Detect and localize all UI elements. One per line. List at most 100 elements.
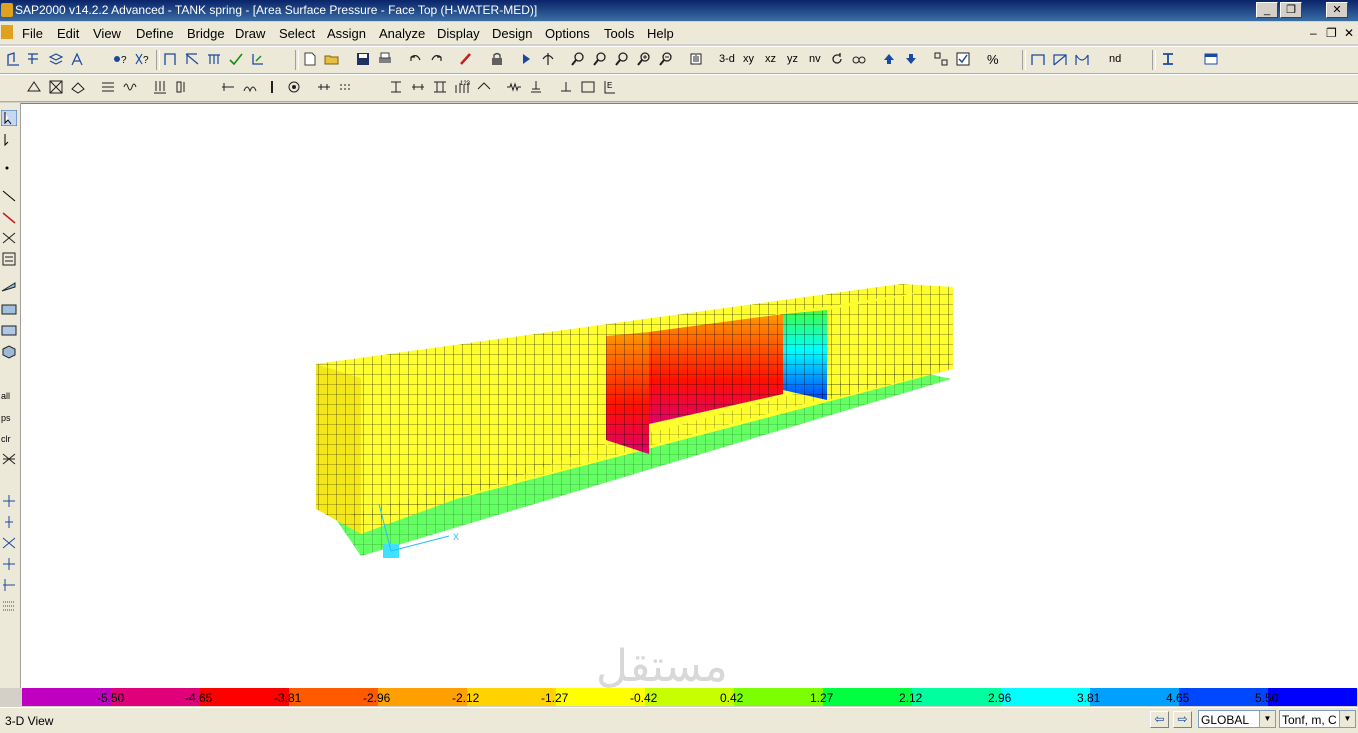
coordinate-system-select[interactable]: GLOBAL ▼ (1198, 710, 1276, 728)
intersecting-line-icon[interactable] (1, 451, 17, 467)
view-xy-button[interactable]: xy (743, 53, 754, 65)
minimize-button[interactable]: _ (1256, 2, 1278, 18)
view-nv-button[interactable]: nv (809, 53, 821, 65)
menu-help[interactable]: Help (647, 26, 674, 41)
reshape-icon[interactable] (1, 132, 17, 148)
view-yz-button[interactable]: yz (787, 53, 798, 65)
move-up-icon[interactable] (881, 51, 897, 67)
snap-grid-icon[interactable] (1, 598, 17, 614)
support-icon[interactable] (528, 79, 544, 95)
snap-perpendicular-icon[interactable] (1, 556, 17, 572)
move-down-icon[interactable] (903, 51, 919, 67)
spring-icon[interactable] (122, 79, 138, 95)
save-icon[interactable] (355, 51, 371, 67)
3d-model-viewport[interactable]: X مستقل (21, 103, 1358, 692)
nd-button[interactable]: nd (1109, 53, 1121, 65)
frame-releases-icon[interactable] (100, 79, 116, 95)
menu-edit[interactable]: Edit (57, 26, 79, 41)
draw-point-icon[interactable] (1, 160, 17, 176)
section-designer-icon[interactable] (1160, 51, 1176, 67)
rotate-view-icon[interactable] (829, 51, 845, 67)
pencil-icon[interactable] (458, 51, 474, 67)
show-undeformed-icon[interactable] (220, 79, 236, 95)
constraint-icon[interactable] (580, 79, 596, 95)
new-model-icon[interactable] (5, 51, 21, 67)
structure-wizard-icon[interactable] (70, 51, 86, 67)
zoom-in-icon[interactable] (636, 51, 652, 67)
section-cut-icon[interactable] (184, 51, 200, 67)
view-xz-button[interactable]: xz (765, 53, 776, 65)
view-3d-button[interactable]: 3-d (719, 53, 735, 65)
layers-icon[interactable] (48, 51, 64, 67)
draw-cable-icon[interactable] (1074, 51, 1090, 67)
zoom-full-icon[interactable] (592, 51, 608, 67)
frame-icon[interactable] (162, 51, 178, 67)
close-button[interactable]: ✕ (1326, 2, 1348, 18)
menu-view[interactable]: View (93, 26, 121, 41)
pointer-select-icon[interactable] (0, 109, 18, 127)
joint-loads-icon[interactable] (152, 79, 168, 95)
show-deformed-icon[interactable] (264, 79, 280, 95)
query-icon[interactable]: ? (134, 51, 150, 67)
new-file-icon[interactable] (302, 51, 318, 67)
lock-icon[interactable] (489, 51, 505, 67)
check-box-icon[interactable] (955, 51, 971, 67)
open-folder-icon[interactable] (324, 51, 340, 67)
menu-define[interactable]: Define (136, 26, 174, 41)
show-tables-icon[interactable] (388, 79, 404, 95)
pan-hand-icon[interactable] (688, 51, 704, 67)
mdi-restore-button[interactable]: ❐ (1326, 26, 1337, 40)
previous-select-icon[interactable]: ps (1, 409, 17, 425)
next-view-arrow-icon[interactable]: ⇨ (1173, 711, 1192, 728)
show-virtual-work-icon[interactable] (338, 79, 354, 95)
restore-button[interactable]: ❐ (1280, 2, 1302, 18)
menu-analyze[interactable]: Analyze (379, 26, 425, 41)
snap-points-icon[interactable] (1, 493, 17, 509)
assign-joint-icon[interactable] (26, 79, 42, 95)
percent-icon[interactable]: % (985, 51, 1001, 67)
redo-icon[interactable] (429, 51, 445, 67)
units-select[interactable]: Tonf, m, C ▼ (1279, 710, 1356, 728)
select-all-icon[interactable]: all (1, 387, 17, 403)
show-loads-icon[interactable] (242, 79, 258, 95)
clear-selection-icon[interactable]: clr (1, 430, 17, 446)
zoom-window-icon[interactable] (570, 51, 586, 67)
snap-ends-icon[interactable] (1, 514, 17, 530)
grid-icon[interactable] (26, 51, 42, 67)
restraint-icon[interactable] (558, 79, 574, 95)
draw-section-cut-icon[interactable] (1, 251, 17, 267)
help-query-icon[interactable]: ? (112, 51, 128, 67)
assign-area-icon[interactable] (70, 79, 86, 95)
frame-loads-icon[interactable] (174, 79, 190, 95)
menu-tools[interactable]: Tools (604, 26, 634, 41)
tendon-icon[interactable] (432, 79, 448, 95)
perspective-icon[interactable] (851, 51, 867, 67)
set-display-options-icon[interactable] (933, 51, 949, 67)
links-icon[interactable] (410, 79, 426, 95)
refresh-view-icon[interactable] (540, 51, 556, 67)
quick-draw-brace-icon[interactable] (1, 230, 17, 246)
draw-line-icon[interactable] (1, 188, 17, 204)
snap-intersections-icon[interactable] (1, 535, 17, 551)
zoom-previous-icon[interactable] (614, 51, 630, 67)
draw-solid-icon[interactable] (1, 343, 17, 359)
menu-select[interactable]: Select (279, 26, 315, 41)
mass-icon[interactable]: E (602, 79, 618, 95)
menu-file[interactable]: File (22, 26, 43, 41)
mdi-minimize-button[interactable]: – (1310, 26, 1317, 40)
draw-rect-area-icon[interactable] (1, 301, 17, 317)
show-forces-icon[interactable] (286, 79, 302, 95)
draw-poly-area-icon[interactable] (1, 279, 17, 295)
mdi-close-button[interactable]: ✕ (1344, 26, 1354, 40)
menu-assign[interactable]: Assign (327, 26, 366, 41)
previous-view-arrow-icon[interactable]: ⇦ (1150, 711, 1169, 728)
check-mark-icon[interactable] (228, 51, 244, 67)
menu-bridge[interactable]: Bridge (187, 26, 225, 41)
draw-frame-icon[interactable] (1030, 51, 1046, 67)
draw-brace-icon[interactable] (1052, 51, 1068, 67)
menu-options[interactable]: Options (545, 26, 590, 41)
solid-icon[interactable]: 123 (454, 79, 470, 95)
undo-icon[interactable] (407, 51, 423, 67)
zoom-out-icon[interactable] (658, 51, 674, 67)
load-pattern-icon[interactable] (206, 51, 222, 67)
